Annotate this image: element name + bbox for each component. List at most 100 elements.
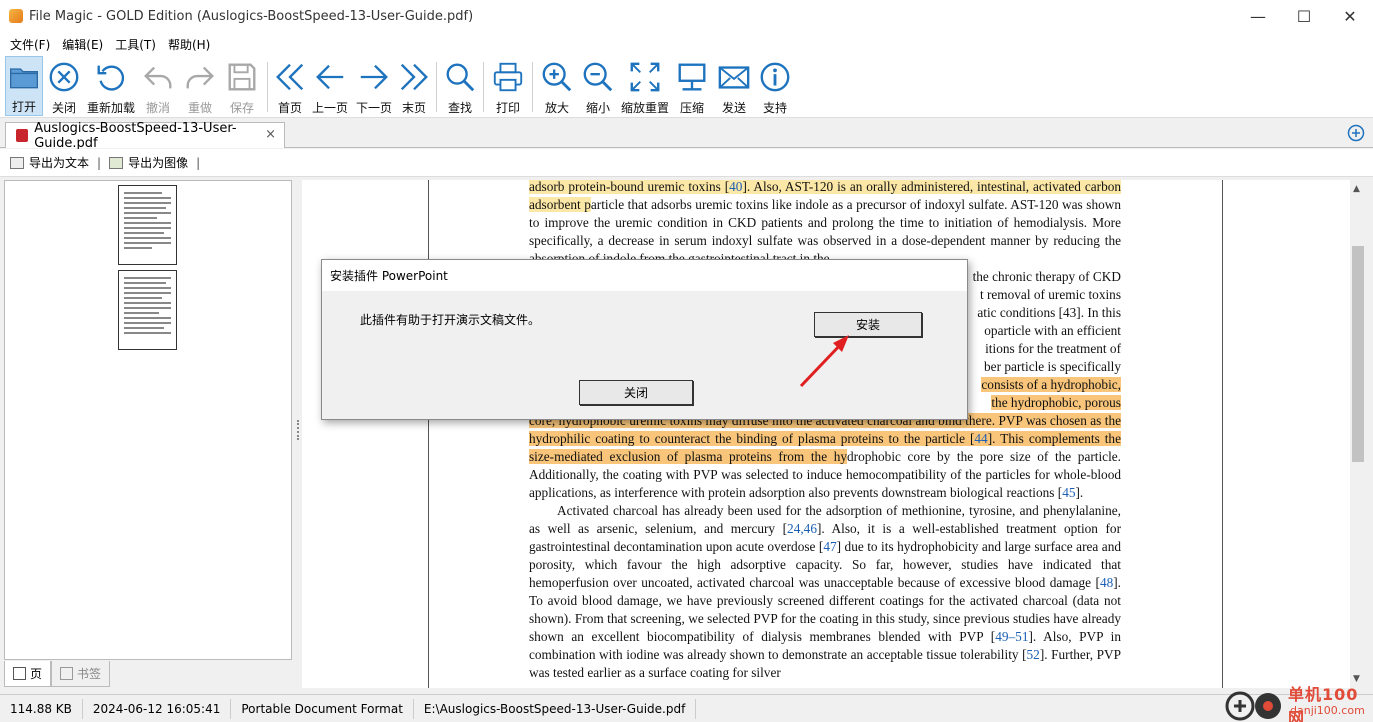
toolbar-divider [483, 62, 484, 112]
status-date: 2024-06-12 16:05:41 [83, 698, 232, 719]
support-button[interactable]: 支持 [755, 56, 795, 116]
document-tab[interactable]: Auslogics-BoostSpeed-13-User-Guide.pdf × [5, 120, 285, 151]
pdf-icon [16, 129, 29, 142]
watermark-icon [1225, 691, 1281, 721]
next-page-button[interactable]: 下一页 [352, 56, 396, 116]
close-window-button[interactable]: ✕ [1327, 0, 1373, 32]
new-tab-plus-icon[interactable] [1347, 124, 1365, 142]
citation-link[interactable]: 52 [1027, 647, 1040, 662]
find-button[interactable]: 查找 [441, 56, 479, 116]
redo-button[interactable]: 重做 [179, 56, 221, 116]
highlight-text: adsorb protein-bound uremic toxins [ [529, 180, 730, 194]
document-tab-bar: Auslogics-BoostSpeed-13-User-Guide.pdf × [0, 118, 1373, 151]
left-arrow-icon [316, 64, 344, 90]
toolbar-divider [532, 62, 533, 112]
compress-button[interactable]: 压缩 [671, 56, 713, 116]
citation-link[interactable]: 24,46 [787, 521, 817, 536]
dialog-message: 此插件有助于打开演示文稿文件。 [360, 313, 541, 327]
prev-page-button[interactable]: 上一页 [308, 56, 352, 116]
thumbnail-panel [4, 180, 292, 660]
pdf-page: adsorb protein-bound uremic toxins [40].… [428, 180, 1223, 688]
citation-link[interactable]: 47 [823, 539, 836, 554]
zoom-in-button[interactable]: 放大 [537, 56, 577, 116]
right-arrow-icon [360, 64, 388, 90]
highlight-line: consists of a hydrophobic, [981, 377, 1121, 392]
print-button[interactable]: 打印 [488, 56, 528, 116]
double-right-arrow-icon [400, 63, 428, 91]
double-left-arrow-icon [276, 63, 304, 91]
close-doc-button[interactable]: 关闭 [43, 56, 85, 116]
vertical-scrollbar[interactable]: ▲ ▼ [1350, 180, 1366, 688]
undo-icon [144, 66, 172, 89]
document-tab-label: Auslogics-BoostSpeed-13-User-Guide.pdf [34, 120, 237, 151]
page-thumbnail-1[interactable] [118, 185, 177, 265]
export-separator: | [97, 155, 102, 170]
scrollbar-thumb[interactable] [1352, 246, 1364, 462]
panel-splitter[interactable] [297, 420, 300, 440]
status-file-size: 114.88 KB [0, 698, 83, 719]
save-button[interactable]: 保存 [221, 56, 263, 116]
printer-icon [493, 62, 523, 92]
mail-icon [718, 66, 750, 89]
redo-icon [186, 66, 214, 89]
citation-link[interactable]: 48 [1100, 575, 1113, 590]
red-arrow-annotation [799, 335, 849, 388]
title-bar: File Magic - GOLD Edition (Auslogics-Boo… [0, 0, 1373, 32]
watermark-logo: 单机100网 danji100.com [1224, 680, 1373, 722]
search-icon [446, 63, 475, 92]
folder-icon [10, 68, 38, 89]
menu-help[interactable]: 帮助(H) [162, 36, 216, 53]
close-circle-icon [49, 62, 79, 92]
page-text: adsorb protein-bound uremic toxins [40].… [529, 180, 1122, 680]
zoom-out-button[interactable]: 缩小 [577, 56, 619, 116]
status-path: E:\Auslogics-BoostSpeed-13-User-Guide.pd… [414, 698, 697, 719]
open-button[interactable]: 打开 [5, 56, 43, 116]
sidebar-tabs: 页 书签 [4, 661, 292, 687]
export-text-button[interactable]: 导出为文本 [10, 154, 89, 171]
maximize-button[interactable]: ☐ [1281, 0, 1327, 32]
undo-button[interactable]: 撤消 [137, 56, 179, 116]
tab-bookmarks[interactable]: 书签 [51, 661, 111, 687]
dialog-title: 安装插件 PowerPoint [322, 260, 967, 291]
info-icon [760, 62, 790, 92]
save-icon [228, 63, 256, 91]
menu-edit[interactable]: 编辑(E) [56, 36, 109, 53]
image-file-icon [109, 156, 124, 169]
document-viewer[interactable]: adsorb protein-bound uremic toxins [40].… [302, 180, 1350, 688]
citation-link[interactable]: 44 [974, 431, 988, 446]
minimize-button[interactable]: — [1235, 0, 1281, 32]
menu-bar: 文件(F) 编辑(E) 工具(T) 帮助(H) [0, 32, 1373, 56]
page-thumbnail-2[interactable] [118, 270, 177, 350]
first-page-button[interactable]: 首页 [272, 56, 308, 116]
export-bar: 导出为文本 | 导出为图像 | [0, 149, 1373, 177]
send-button[interactable]: 发送 [713, 56, 755, 116]
tab-close-icon[interactable]: × [265, 127, 276, 142]
compress-icon [678, 63, 706, 91]
status-bar: 114.88 KB 2024-06-12 16:05:41 Portable D… [0, 694, 1373, 722]
last-page-button[interactable]: 末页 [396, 56, 432, 116]
fit-screen-icon [630, 62, 660, 92]
menu-file[interactable]: 文件(F) [4, 36, 56, 53]
reload-button[interactable]: 重新加载 [85, 56, 137, 116]
export-image-button[interactable]: 导出为图像 [109, 154, 188, 171]
status-format: Portable Document Format [231, 698, 414, 719]
text-file-icon [10, 156, 24, 169]
highlight-line: the hydrophobic, porous [991, 395, 1121, 410]
zoom-out-icon [583, 62, 613, 92]
reload-icon [97, 65, 125, 91]
tab-pages[interactable]: 页 [4, 661, 52, 687]
menu-tools[interactable]: 工具(T) [109, 36, 162, 53]
scroll-up-icon[interactable]: ▲ [1353, 184, 1360, 194]
citation-link[interactable]: 45 [1062, 485, 1075, 500]
citation-link[interactable]: 49–51 [995, 629, 1028, 644]
window-title: File Magic - GOLD Edition (Auslogics-Boo… [29, 8, 474, 24]
zoom-reset-button[interactable]: 缩放重置 [619, 56, 671, 116]
citation-link[interactable]: 40 [729, 180, 743, 194]
watermark-url: danji100.com [1290, 704, 1365, 717]
bookmark-icon [60, 667, 74, 680]
app-icon [9, 9, 23, 23]
toolbar: 打开 关闭 重新加载 撤消 重做 保存 首页 上一页 下一页 末页 查找 打印 … [0, 56, 1373, 118]
install-plugin-dialog: 安装插件 PowerPoint 此插件有助于打开演示文稿文件。 安装 关闭 [321, 259, 968, 420]
export-separator: | [196, 155, 201, 170]
dialog-close-button[interactable]: 关闭 [579, 380, 693, 405]
